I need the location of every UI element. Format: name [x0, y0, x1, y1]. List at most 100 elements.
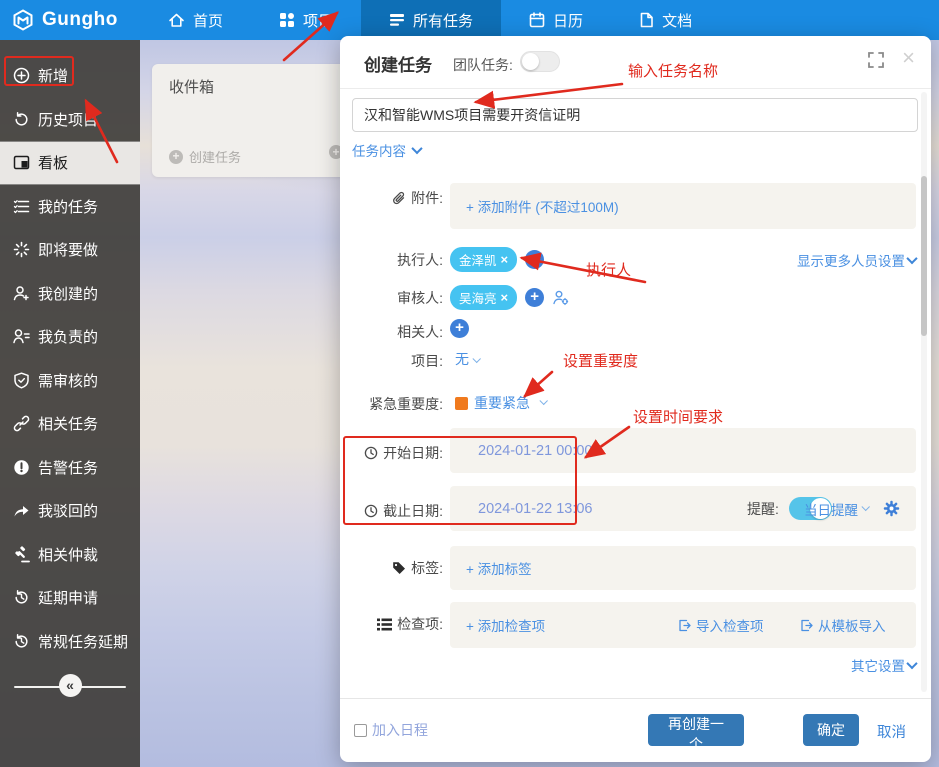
project-label: 项目: [340, 351, 443, 371]
sidebar-item-alert-tasks[interactable]: 告警任务 [0, 446, 140, 490]
add-tag-button[interactable]: + 添加标签 [466, 558, 532, 578]
remove-tag-icon[interactable] [501, 252, 509, 267]
sidebar-item-label: 相关任务 [38, 413, 98, 434]
sidebar-item-label: 我负责的 [38, 326, 98, 347]
sidebar-item-label: 新增 [38, 65, 68, 86]
other-settings-toggle[interactable]: 其它设置 [851, 655, 916, 675]
nav-item-label: 项目 [303, 10, 333, 31]
plus-circle-icon [13, 67, 30, 84]
confirm-button[interactable]: 确定 [803, 714, 859, 746]
header-divider [340, 88, 931, 89]
projects-grid-icon [279, 12, 295, 28]
checklist-links: + 添加检查项 导入检查项 从模板导入 [450, 615, 916, 635]
reviewer-tag[interactable]: 吴海亮 [450, 285, 517, 310]
nav-item-calendar[interactable]: 日历 [501, 0, 611, 40]
link-icon [13, 415, 30, 432]
brand-logo[interactable]: Gungho [0, 9, 140, 31]
related-label: 相关人: [340, 322, 443, 342]
nav-item-docs[interactable]: 文档 [611, 0, 720, 40]
task-name-input[interactable] [352, 98, 918, 132]
import-checklist-button[interactable]: 导入检查项 [678, 615, 764, 635]
clock-back-icon [13, 633, 30, 650]
add-attachment-button[interactable]: + 添加附件 (不超过100M) [466, 196, 619, 216]
chevron-down-icon [539, 397, 547, 405]
reviewer-label: 审核人: [340, 288, 443, 308]
sidebar-item-responsible[interactable]: 我负责的 [0, 315, 140, 359]
sidebar-item-label: 我创建的 [38, 283, 98, 304]
remind-settings-gear[interactable] [883, 500, 900, 517]
nav-item-label: 文档 [662, 10, 692, 31]
gavel-icon [13, 546, 30, 563]
calendar-icon [529, 12, 545, 28]
sidebar-item-label: 我驳回的 [38, 500, 98, 521]
priority-label: 紧急重要度: [340, 394, 443, 414]
due-date-value[interactable]: 2024-01-22 13:06 [450, 501, 593, 517]
sidebar-collapse-row [0, 664, 140, 707]
create-another-button[interactable]: 再创建一个 [648, 714, 744, 746]
add-to-schedule-option[interactable]: 加入日程 [354, 720, 428, 740]
sidebar-item-delay-request[interactable]: 延期申请 [0, 576, 140, 620]
remove-tag-icon[interactable] [501, 290, 509, 305]
kanban-icon [13, 154, 30, 171]
cancel-button[interactable]: 取消 [877, 721, 906, 742]
start-date-value[interactable]: 2024-01-21 00:00 [450, 443, 593, 459]
nav-item-home[interactable]: 首页 [140, 0, 251, 40]
user-list-icon [13, 328, 30, 345]
sidebar-item-kanban[interactable]: 看板 [0, 141, 140, 185]
add-reviewer-button[interactable] [525, 288, 544, 307]
task-list-icon [13, 198, 30, 215]
start-date-field[interactable]: 2024-01-21 00:00 [450, 428, 916, 473]
executor-tag[interactable]: 金泽凯 [450, 247, 517, 272]
expand-icon[interactable] [867, 51, 885, 69]
person-settings-icon[interactable] [552, 289, 569, 306]
inbox-card[interactable]: 收件箱 创建任务 [152, 64, 352, 177]
team-task-toggle[interactable] [520, 51, 560, 72]
sidebar-item-new[interactable]: 新增 [0, 54, 140, 98]
modal-scrollbar-thumb[interactable] [921, 176, 927, 336]
nav-item-label: 日历 [553, 10, 583, 31]
add-related-button[interactable] [450, 319, 469, 338]
add-to-schedule-label: 加入日程 [372, 720, 428, 740]
import-from-template-button[interactable]: 从模板导入 [800, 615, 886, 635]
sidebar-item-history-projects[interactable]: 历史项目 [0, 98, 140, 142]
sidebar-item-related-tasks[interactable]: 相关任务 [0, 402, 140, 446]
sidebar-item-created-by-me[interactable]: 我创建的 [0, 272, 140, 316]
add-to-schedule-checkbox[interactable] [354, 724, 367, 737]
sidebar-item-rejected-by-me[interactable]: 我驳回的 [0, 489, 140, 533]
all-tasks-list-icon [389, 12, 405, 28]
gear-icon [883, 500, 900, 517]
sidebar-item-regular-delay[interactable]: 常规任务延期 [0, 620, 140, 664]
chevron-down-icon [472, 355, 480, 363]
nav-item-projects[interactable]: 项目 [251, 0, 361, 40]
project-select[interactable]: 无 [455, 349, 479, 369]
show-more-people-link[interactable]: 显示更多人员设置 [797, 250, 916, 270]
nav-item-all-tasks[interactable]: 所有任务 [361, 0, 501, 40]
start-date-label: 开始日期: [340, 443, 443, 463]
annotation-executor: 执行人 [586, 259, 631, 280]
home-icon [168, 12, 185, 29]
nav-item-label: 首页 [193, 10, 223, 31]
inbox-create-task-button[interactable]: 创建任务 [169, 147, 241, 166]
sidebar-item-to-review[interactable]: 需审核的 [0, 359, 140, 403]
add-executor-button[interactable] [525, 250, 544, 269]
task-content-toggle[interactable]: 任务内容 [352, 140, 421, 160]
sidebar-item-upcoming[interactable]: 即将要做 [0, 228, 140, 272]
chevron-down-icon [411, 143, 422, 154]
chevron-down-icon [906, 253, 917, 264]
sidebar-item-label: 看板 [38, 152, 68, 173]
related-row [450, 319, 469, 338]
shield-icon [13, 372, 30, 389]
close-icon[interactable] [902, 45, 915, 71]
chevron-down-icon [906, 658, 917, 669]
remind-option-select[interactable]: 当日提醒 [804, 499, 868, 519]
inbox-card-title: 收件箱 [169, 76, 214, 97]
user-plus-icon [13, 285, 30, 302]
due-date-field[interactable]: 2024-01-22 13:06 提醒: 当日提醒 [450, 486, 916, 531]
sidebar-item-arbitration[interactable]: 相关仲裁 [0, 533, 140, 577]
document-icon [639, 12, 654, 28]
team-task-label: 团队任务: [453, 55, 513, 75]
add-checklist-button[interactable]: + 添加检查项 [466, 615, 545, 635]
sidebar-collapse-button[interactable] [59, 674, 82, 697]
priority-select[interactable]: 重要紧急 [455, 393, 546, 413]
sidebar-item-my-tasks[interactable]: 我的任务 [0, 185, 140, 229]
